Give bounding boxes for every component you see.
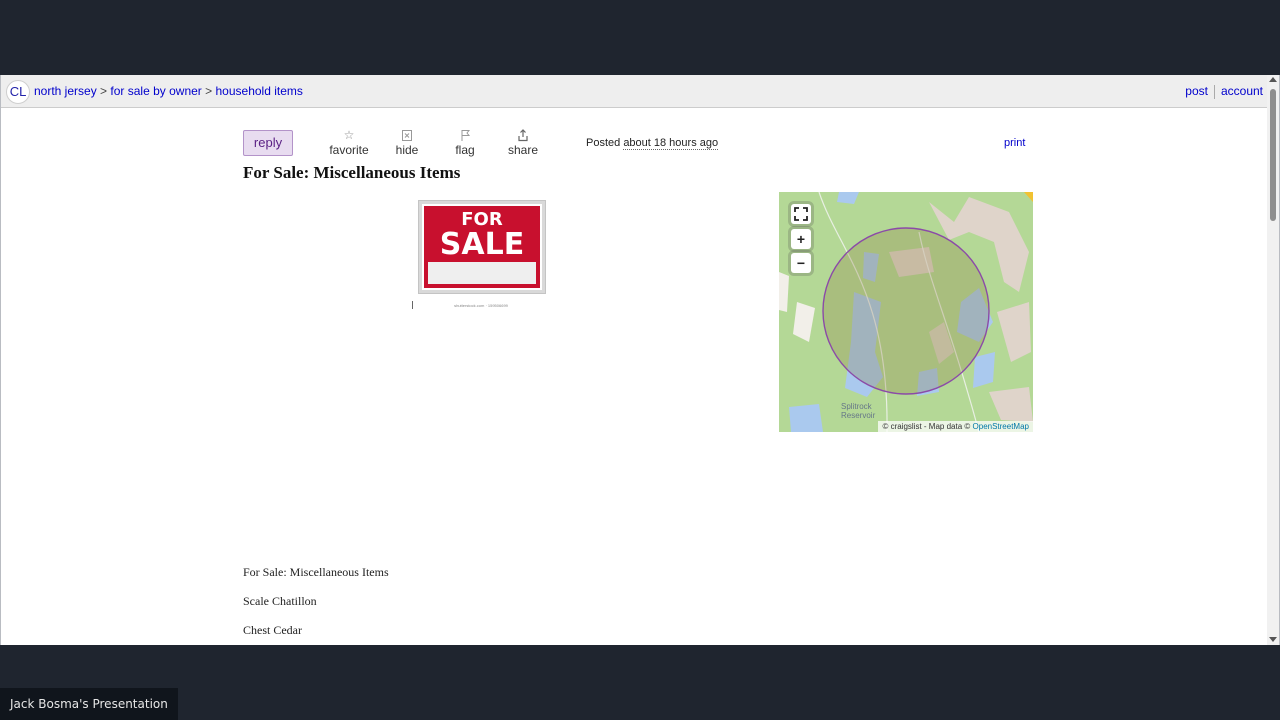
zoom-out-button[interactable]: − [791,253,811,273]
posted-time: about 18 hours ago [623,137,719,150]
hide-label: hide [395,143,419,157]
favorite-label: favorite [329,143,369,157]
sign-text-sale: SALE [439,227,525,262]
vertical-scrollbar[interactable] [1267,75,1279,645]
fullscreen-icon [794,207,808,221]
flag-icon [461,130,471,141]
map-place-label: Splitrock Reservoir [841,402,875,420]
posted-info: Posted about 18 hours ago [586,137,719,150]
scroll-down-arrow-icon[interactable] [1269,637,1277,642]
hide-button[interactable]: hide [383,129,431,157]
hide-icon [402,130,412,141]
body-line-2: Scale Chatillon [243,594,317,608]
flag-button[interactable]: flag [441,129,489,157]
browser-viewport: CL north jersey > for sale by owner > ho… [0,75,1280,645]
sign-face: FOR SALE [422,204,542,290]
breadcrumb-separator: > [205,84,213,98]
share-button[interactable]: share [499,129,547,157]
reply-button[interactable]: reply [243,130,293,156]
share-label: share [507,143,539,157]
print-link[interactable]: print [1004,137,1025,149]
flag-label: flag [455,143,475,157]
top-bar: CL north jersey > for sale by owner > ho… [1,75,1267,108]
breadcrumb: north jersey > for sale by owner > house… [34,84,303,98]
breadcrumb-for-sale-by-owner[interactable]: for sale by owner [110,84,201,98]
map-place-label-line2: Reservoir [841,411,876,420]
fullscreen-button[interactable] [791,204,811,224]
star-icon: ☆ [343,128,355,142]
post-link[interactable]: post [1185,84,1208,98]
location-map[interactable]: + − Splitrock Reservoir © craigslist - M… [779,192,1033,432]
sign-blank-panel [428,262,536,284]
breadcrumb-household-items[interactable]: household items [216,84,303,98]
craigslist-logo[interactable]: CL [6,80,30,104]
scroll-up-arrow-icon[interactable] [1269,77,1277,82]
for-sale-sign: FOR SALE [418,200,546,294]
divider [1213,84,1215,99]
scroll-thumb[interactable] [1270,89,1276,221]
posted-label: Posted [586,137,621,149]
favorite-button[interactable]: ☆ favorite [325,128,373,158]
breadcrumb-separator: > [100,84,108,98]
breadcrumb-north-jersey[interactable]: north jersey [34,84,97,98]
share-icon [518,129,528,142]
account-link[interactable]: account [1221,84,1263,98]
image-credit: shutterstock.com · 159506699 [454,303,508,308]
body-line-3: Chest Cedar [243,623,302,637]
openstreetmap-link[interactable]: OpenStreetMap [973,422,1029,431]
listing-image[interactable]: FOR SALE shutterstock.com · 159506699 [411,198,551,310]
map-tiles [779,192,1033,432]
map-attribution: © craigslist - Map data © OpenStreetMap [878,421,1033,432]
map-attribution-text: © craigslist - Map data © [882,422,971,431]
post-title: For Sale: Miscellaneous Items [243,163,461,182]
map-place-label-line1: Splitrock [841,402,872,411]
user-links: post account [1185,84,1263,99]
body-line-1: For Sale: Miscellaneous Items [243,565,389,579]
zoom-in-button[interactable]: + [791,229,811,249]
presenter-label: Jack Bosma's Presentation [0,688,178,720]
